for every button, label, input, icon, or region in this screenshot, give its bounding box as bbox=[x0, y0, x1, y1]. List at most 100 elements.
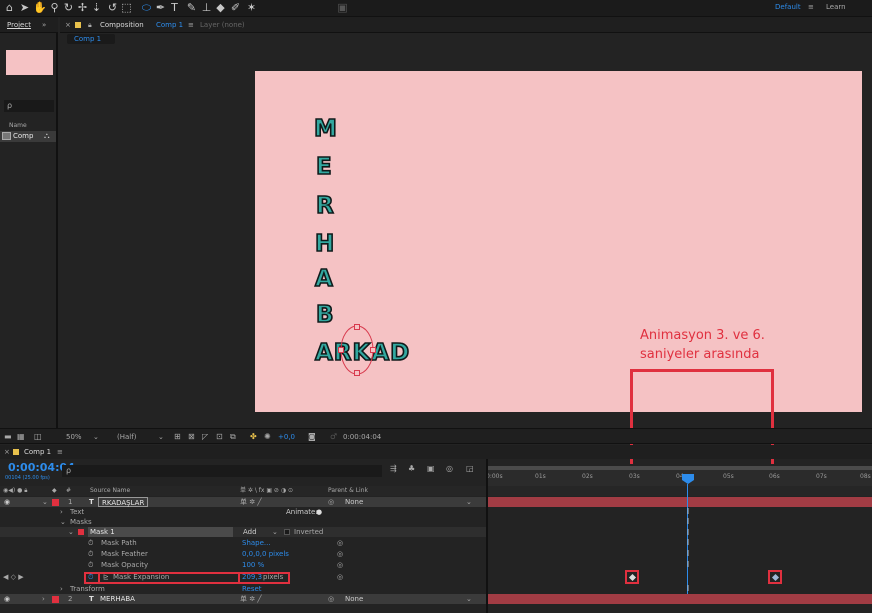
lock-icon[interactable]: 🔒︎ bbox=[88, 21, 92, 30]
mask-path-row[interactable]: ⏱ Mask Path Shape... ◎ bbox=[0, 538, 486, 548]
resolution-chevron-icon[interactable]: ⌄ bbox=[158, 433, 164, 441]
transform-group-row[interactable]: › Transform Reset bbox=[0, 584, 486, 594]
brush-icon[interactable]: ✎ bbox=[185, 1, 198, 15]
grid-icon[interactable]: ▦ bbox=[17, 432, 25, 441]
mask-expansion-value[interactable]: 209,3 bbox=[242, 571, 262, 584]
mask-path-stopwatch-icon[interactable]: ⏱ bbox=[88, 538, 93, 548]
layer-2-parent-pickwhip-icon[interactable]: ◎ bbox=[328, 594, 334, 604]
snap-icon[interactable]: ▣ bbox=[336, 1, 349, 15]
layer-1-parent-dropdown[interactable]: None bbox=[345, 497, 363, 507]
layer-2-parent-chevron-icon[interactable]: ⌄ bbox=[466, 594, 472, 604]
keyframe-3s[interactable] bbox=[625, 570, 639, 584]
masks-group-chevron-icon[interactable]: ⌄ bbox=[60, 517, 66, 527]
pen-icon[interactable]: ✒ bbox=[154, 1, 167, 15]
resolution-dropdown[interactable]: (Half) bbox=[117, 433, 136, 441]
av-features-header-icon[interactable]: ◉◀) ● 🔒︎ bbox=[3, 486, 27, 496]
layer-1-name[interactable]: RKADAŞLAR bbox=[98, 497, 149, 507]
mask-1-color-swatch[interactable] bbox=[78, 529, 84, 535]
layer-row-2[interactable]: ◉ › 2 T MERHABA 单 ✲ ╱ ◎ None ⌄ bbox=[0, 594, 486, 604]
timeline-menu-icon[interactable]: ≡ bbox=[57, 448, 63, 456]
close-tab-icon[interactable]: × bbox=[65, 21, 71, 29]
project-search-input[interactable]: ρ bbox=[4, 100, 54, 112]
current-time-field[interactable]: 0:00:04:04 bbox=[343, 433, 381, 441]
preview-icon[interactable]: ▬ bbox=[4, 432, 12, 441]
layer-2-duration-bar[interactable] bbox=[488, 594, 872, 604]
roto-icon[interactable]: ✐ bbox=[229, 1, 242, 15]
text-group-chevron-icon[interactable]: › bbox=[60, 507, 63, 517]
dolly-icon[interactable]: ⇣ bbox=[90, 1, 103, 15]
draft-3d-icon[interactable]: ♣ bbox=[408, 464, 415, 473]
layer-2-name[interactable]: MERHABA bbox=[100, 594, 135, 604]
rotate-icon[interactable]: ↺ bbox=[106, 1, 119, 15]
work-area-bar[interactable] bbox=[488, 466, 872, 470]
animate-add-icon[interactable]: ● bbox=[316, 507, 322, 517]
layer-2-label-swatch[interactable] bbox=[52, 596, 59, 603]
layer-row-1[interactable]: ◉ ⌄ 1 T RKADAŞLAR 单 ✲ ╱ ◎ None ⌄ bbox=[0, 497, 486, 507]
shy-layers-icon[interactable]: ▣ bbox=[427, 464, 435, 473]
layer-1-label-swatch[interactable] bbox=[52, 499, 59, 506]
mask-expansion-row[interactable]: ◀ ◇ ▶ ⏱ ⊵ Mask Expansion 209,3 pixels ◎ bbox=[0, 571, 486, 584]
keyframe-navigator-icon[interactable]: ◀ ◇ ▶ bbox=[3, 571, 24, 584]
motion-blur-icon[interactable]: ◎ bbox=[446, 464, 453, 473]
zoom-dropdown[interactable]: 50% bbox=[66, 433, 82, 441]
home-icon[interactable]: ⌂ bbox=[3, 1, 16, 15]
tab-layer[interactable]: Layer (none) bbox=[200, 21, 245, 29]
graph-editor-icon[interactable]: ◲ bbox=[466, 464, 474, 473]
fast-previews-icon[interactable]: ⊞ bbox=[174, 432, 181, 441]
timeline-splitter[interactable] bbox=[486, 459, 488, 613]
eraser-icon[interactable]: ◆ bbox=[214, 1, 227, 15]
mask-mode-chevron-icon[interactable]: ⌄ bbox=[272, 527, 278, 537]
mask-feather-value[interactable]: 0,0,0,0 pixels bbox=[242, 549, 289, 559]
layer-2-visibility-icon[interactable]: ◉ bbox=[4, 594, 10, 604]
mask-opacity-value[interactable]: 100 % bbox=[242, 560, 264, 570]
project-item-comp[interactable]: Comp ⛬ bbox=[0, 131, 56, 142]
mask-feather-row[interactable]: ⏱ Mask Feather 0,0,0,0 pixels ◎ bbox=[0, 549, 486, 559]
layer-2-expand-chevron-icon[interactable]: › bbox=[42, 594, 45, 604]
number-header-icon[interactable]: # bbox=[66, 486, 71, 496]
inverted-checkbox[interactable] bbox=[284, 529, 290, 535]
transparency-grid-icon[interactable]: ⊠ bbox=[188, 432, 195, 441]
mask-opacity-stopwatch-icon[interactable]: ⏱ bbox=[88, 560, 93, 570]
channel-icon[interactable]: ⧉ bbox=[230, 432, 236, 442]
puppet-icon[interactable]: ✶ bbox=[245, 1, 258, 15]
workspace-learn[interactable]: Learn bbox=[826, 3, 846, 11]
mask-1-row[interactable]: ⌄ Mask 1 Add ⌄ Inverted bbox=[0, 527, 486, 537]
mask-path-pickwhip-icon[interactable]: ◎ bbox=[337, 538, 343, 548]
color-management-icon[interactable]: ✤ bbox=[250, 432, 257, 441]
masks-group-row[interactable]: ⌄ Masks bbox=[0, 517, 486, 527]
type-icon[interactable]: T bbox=[168, 1, 181, 15]
mask-1-chevron-icon[interactable]: ⌄ bbox=[68, 527, 74, 537]
panel-expand-icon[interactable]: » bbox=[42, 21, 46, 29]
layer-1-switches-icon[interactable]: 单 ✲ ╱ bbox=[240, 497, 262, 507]
mask-visibility-icon[interactable]: ◸ bbox=[202, 432, 208, 441]
mask-expansion-stopwatch-icon[interactable]: ⏱ bbox=[88, 571, 93, 584]
mask-mode-dropdown[interactable]: Add bbox=[243, 527, 257, 537]
column-source-name[interactable]: Source Name bbox=[90, 486, 130, 496]
label-color-swatch[interactable] bbox=[75, 22, 81, 28]
mask-opacity-row[interactable]: ⏱ Mask Opacity 100 % ◎ bbox=[0, 560, 486, 570]
tab-composition-name[interactable]: Comp 1 bbox=[156, 21, 183, 29]
hand-icon[interactable]: ✋ bbox=[33, 1, 47, 15]
tab-timeline-comp[interactable]: Comp 1 bbox=[24, 448, 51, 456]
region-icon[interactable]: ⬚ bbox=[120, 1, 133, 15]
mask-feather-stopwatch-icon[interactable]: ⏱ bbox=[88, 549, 93, 559]
show-snapshot-icon[interactable]: ♂ bbox=[330, 432, 337, 441]
mask-expansion-pickwhip-icon[interactable]: ◎ bbox=[337, 571, 343, 584]
layer-1-expand-chevron-icon[interactable]: ⌄ bbox=[42, 497, 48, 507]
column-name[interactable]: Name bbox=[9, 122, 27, 129]
timeline-close-icon[interactable]: × bbox=[4, 448, 10, 456]
panel-menu-icon[interactable]: ≡ bbox=[188, 21, 194, 29]
ellipse-mask-outline[interactable] bbox=[334, 320, 380, 380]
ellipse-mask-icon[interactable]: ⬭ bbox=[140, 1, 153, 15]
timeline-search-input[interactable]: ρ bbox=[62, 465, 382, 477]
workspace-menu-icon[interactable]: ≡ bbox=[808, 3, 814, 11]
layer-1-visibility-icon[interactable]: ◉ bbox=[4, 497, 10, 507]
transform-reset[interactable]: Reset bbox=[242, 584, 262, 594]
keyframe-6s[interactable] bbox=[768, 570, 782, 584]
comp-subtab[interactable]: Comp 1 bbox=[67, 34, 115, 44]
text-group-row[interactable]: › Text Animate: ● bbox=[0, 507, 486, 517]
layer-1-parent-chevron-icon[interactable]: ⌄ bbox=[466, 497, 472, 507]
transform-chevron-icon[interactable]: › bbox=[60, 584, 63, 594]
layer-1-duration-bar[interactable] bbox=[488, 497, 872, 507]
animate-label[interactable]: Animate: bbox=[286, 507, 318, 517]
